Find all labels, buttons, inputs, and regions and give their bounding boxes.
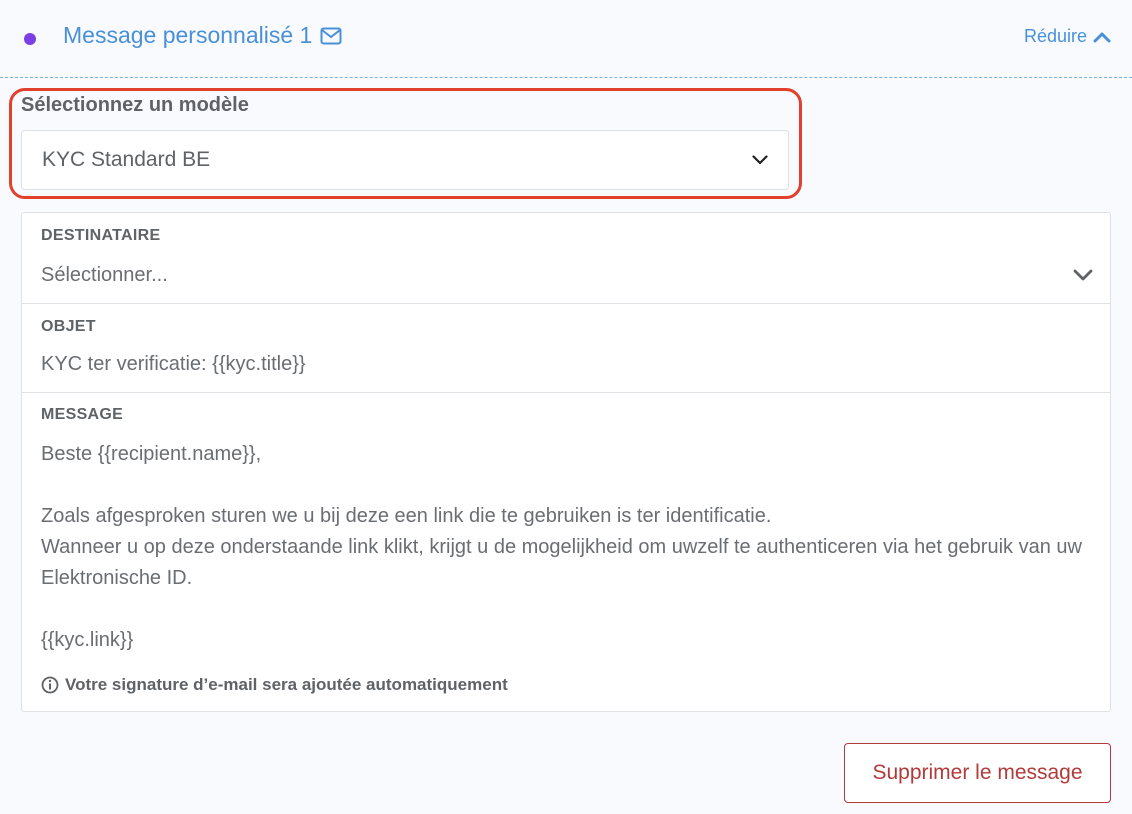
chevron-down-icon — [1073, 269, 1093, 281]
message-form: DESTINATAIRE Sélectionner... OBJET KYC t… — [21, 212, 1111, 712]
signature-note: Votre signature d’e-mail sera ajoutée au… — [41, 675, 508, 695]
template-label: Sélectionnez un modèle — [21, 94, 249, 116]
collapse-button[interactable]: Réduire — [1024, 26, 1111, 47]
info-circle-icon — [41, 676, 59, 694]
message-textarea[interactable]: Beste {{recipient.name}}, Zoals afgespro… — [41, 439, 1091, 656]
delete-message-button[interactable]: Supprimer le message — [844, 743, 1111, 803]
recipient-placeholder: Sélectionner... — [41, 263, 168, 286]
chevron-down-icon — [752, 155, 768, 165]
message-title-text: Message personnalisé 1 — [63, 22, 313, 48]
collapse-label: Réduire — [1023, 26, 1087, 46]
template-select-value: KYC Standard BE — [42, 148, 211, 171]
message-label: MESSAGE — [41, 406, 124, 423]
recipient-select[interactable]: Sélectionner... — [41, 259, 1093, 291]
template-select[interactable]: KYC Standard BE — [21, 130, 789, 190]
subject-section[interactable]: OBJET KYC ter verificatie: {{kyc.title}} — [22, 304, 1110, 393]
subject-label: OBJET — [41, 318, 96, 335]
recipient-label: DESTINATAIRE — [41, 227, 161, 244]
envelope-icon — [320, 27, 342, 44]
status-dot — [24, 33, 36, 45]
chevron-up-icon — [1093, 32, 1111, 42]
message-section[interactable]: MESSAGE Beste {{recipient.name}}, Zoals … — [22, 393, 1110, 711]
message-header: Message personnalisé 1 Réduire — [0, 0, 1132, 78]
signature-note-text: Votre signature d’e-mail sera ajoutée au… — [65, 675, 508, 694]
recipient-section: DESTINATAIRE Sélectionner... — [22, 213, 1110, 304]
subject-input[interactable]: KYC ter verificatie: {{kyc.title}} — [41, 353, 306, 376]
message-title: Message personnalisé 1 — [63, 22, 342, 49]
